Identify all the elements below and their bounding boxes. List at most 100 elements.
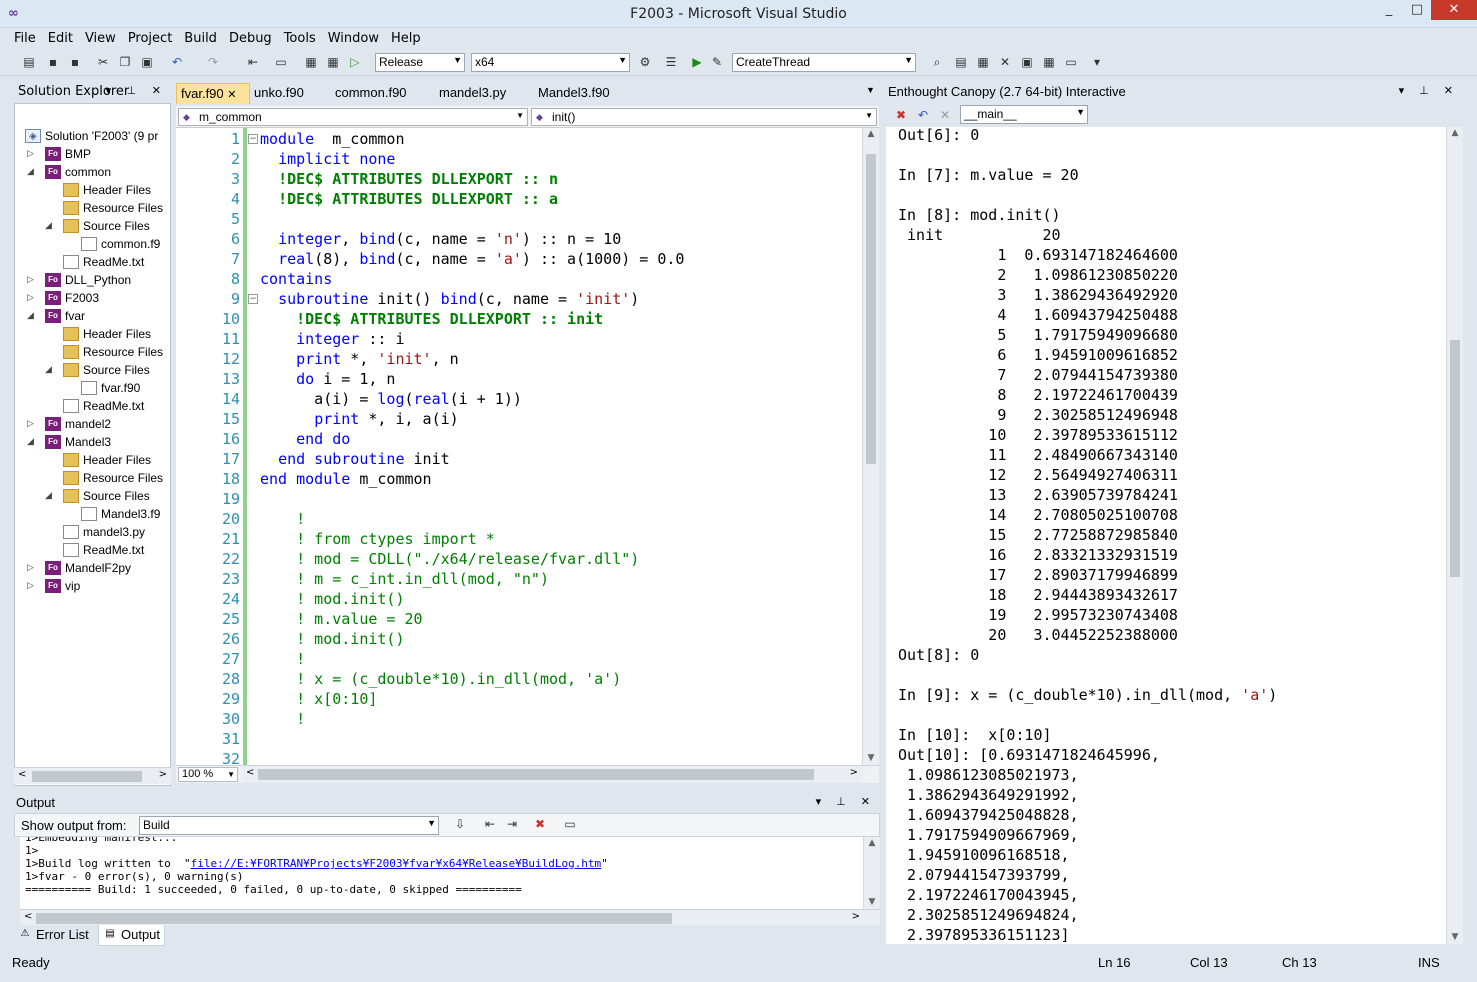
navigate-backward-icon[interactable]: ⇤ (244, 54, 262, 71)
save-icon[interactable]: ▪ (44, 54, 62, 71)
expander-icon[interactable]: ◢ (45, 364, 52, 375)
close-icon[interactable]: ✕ (227, 89, 236, 101)
tab-unko-f90[interactable]: unko.f90 (250, 83, 308, 104)
tab-fvar-f90[interactable]: fvar.f90 ✕ (176, 83, 250, 104)
close-window-button[interactable]: ✕ (1431, 0, 1477, 20)
class-view-icon[interactable]: ▦ (1040, 54, 1058, 71)
properties-icon[interactable]: ▦ (974, 54, 992, 71)
scroll-down-icon[interactable]: ▼ (863, 753, 879, 763)
tools-icon[interactable]: ✕ (996, 54, 1014, 71)
cut-icon[interactable]: ✂ (94, 54, 112, 71)
menu-file[interactable]: File (8, 28, 42, 50)
tab-error-list[interactable]: ⚠ Error List (14, 925, 93, 946)
rebuild-icon[interactable]: ▦ (324, 54, 342, 71)
collapse-icon[interactable]: − (248, 294, 258, 304)
find-icon[interactable]: ☰ (662, 54, 680, 71)
scope-select[interactable]: ◆ m_common ▼ (178, 108, 528, 126)
interrupt-icon[interactable]: ✕ (936, 107, 954, 124)
scroll-up-icon[interactable]: ▲ (864, 838, 880, 848)
expander-icon[interactable]: ▷ (27, 274, 34, 285)
clear-icon[interactable]: ✖ (892, 107, 910, 124)
expander-icon[interactable]: ◢ (27, 166, 34, 177)
copy-icon[interactable]: ❐ (116, 54, 134, 71)
canopy-vscrollbar[interactable]: ▲ ▼ (1446, 127, 1463, 944)
console-line: 2.397895336151123] (898, 926, 1070, 944)
output-text[interactable]: 1>Embedding manifest... 1> 1>Build log wri… (20, 837, 866, 909)
find-message-icon[interactable]: ⇩ (451, 816, 469, 833)
editor-zoom-bar: 100 % ▼ < > (176, 765, 879, 783)
settings-icon[interactable]: ⚙ (636, 54, 654, 71)
expander-icon[interactable]: ◢ (45, 490, 52, 501)
toolbar-options-icon[interactable]: ▾ (1088, 54, 1106, 71)
namespace-select[interactable]: __main__ ▼ (960, 105, 1088, 124)
clear-all-icon[interactable]: ✖ (531, 816, 549, 833)
toolbox-icon[interactable]: ▣ (1018, 54, 1036, 71)
maximize-button[interactable]: □ (1403, 0, 1431, 20)
next-message-icon[interactable]: ⇥ (503, 816, 521, 833)
save-all-icon[interactable]: ▪ (66, 54, 84, 71)
expander-icon[interactable]: ◢ (27, 310, 34, 321)
expander-icon[interactable]: ▷ (27, 148, 34, 159)
solution-explorer-icon[interactable]: ▤ (952, 54, 970, 71)
output-hscrollbar[interactable]: < > (20, 909, 880, 926)
tab-mandel3-f90[interactable]: Mandel3.f90 (534, 83, 614, 104)
menu-window[interactable]: Window (322, 28, 385, 50)
expander-icon[interactable]: ▷ (27, 580, 34, 591)
pin-icon[interactable]: ▾ ⊥ ✕ (1399, 84, 1459, 97)
output-source-select[interactable]: Build ▼ (139, 816, 439, 835)
editor-vscrollbar[interactable]: ▲ ▼ (862, 128, 879, 765)
menu-build[interactable]: Build (178, 28, 223, 50)
solution-platform-select[interactable]: x64 ▼ (471, 53, 630, 72)
scroll-down-icon[interactable]: ▼ (1447, 932, 1463, 942)
console-line: 13 2.63905739784241 (898, 486, 1178, 504)
window-layout-icon[interactable]: ▭ (1062, 54, 1080, 71)
editor-hscrollbar[interactable]: < > (242, 766, 862, 783)
output-vscrollbar[interactable]: ▲ ▼ (863, 837, 880, 909)
find-combo[interactable]: CreateThread ▼ (732, 53, 916, 72)
menu-debug[interactable]: Debug (223, 28, 278, 50)
menu-view[interactable]: View (79, 28, 122, 50)
expander-icon[interactable]: ◢ (27, 436, 34, 447)
find-tool-icon[interactable]: ⌕ (928, 54, 946, 71)
zoom-select[interactable]: 100 % ▼ (178, 767, 238, 782)
menu-project[interactable]: Project (122, 28, 178, 50)
find-in-files-icon[interactable]: ▭ (272, 54, 290, 71)
member-select[interactable]: ◆ init() ▼ (531, 108, 877, 126)
scroll-down-icon[interactable]: ▼ (864, 897, 880, 907)
expander-icon[interactable]: ▷ (27, 418, 34, 429)
redo-icon[interactable]: ↷ (204, 54, 222, 71)
restart-kernel-icon[interactable]: ↶ (914, 107, 932, 124)
minimize-button[interactable]: _ (1375, 0, 1403, 20)
start-icon[interactable]: ▷ (346, 54, 364, 71)
attach-icon[interactable]: ✎ (708, 54, 726, 71)
tab-mandel3-py[interactable]: mandel3.py (435, 83, 510, 104)
scroll-up-icon[interactable]: ▲ (1447, 128, 1463, 138)
canopy-console[interactable]: Out[6]: 0 In [7]: m.value = 20 In [8]: mod… (886, 127, 1463, 944)
console-line: 1.0986123085021973, (898, 766, 1079, 784)
pin-icon[interactable]: ▾ ⊥ ✕ (106, 84, 167, 97)
word-wrap-icon[interactable]: ▭ (561, 816, 579, 833)
new-project-icon[interactable]: ▤ (20, 54, 38, 71)
expander-icon[interactable]: ▷ (27, 562, 34, 573)
pin-icon[interactable]: ▾ ⊥ ✕ (816, 795, 876, 808)
scroll-up-icon[interactable]: ▲ (863, 129, 879, 139)
code-editor[interactable]: 1 module m_common −2 implicit none 3 !DEC$ … (176, 128, 879, 765)
paste-icon[interactable]: ▣ (138, 54, 156, 71)
menu-edit[interactable]: Edit (42, 28, 79, 50)
build-log-link[interactable]: file://E:¥FORTRAN¥Projects¥F2003¥fvar¥x6… (191, 857, 602, 870)
expander-icon[interactable]: ▷ (27, 292, 34, 303)
expander-icon[interactable]: ◢ (45, 220, 52, 231)
solution-explorer-hscrollbar[interactable]: < > (14, 767, 171, 784)
tab-overflow-icon[interactable]: ▼ (862, 83, 879, 104)
tab-output[interactable]: ▤ Output (98, 925, 166, 946)
previous-message-icon[interactable]: ⇤ (481, 816, 499, 833)
line-number: 31 (221, 730, 240, 748)
build-icon[interactable]: ▦ (302, 54, 320, 71)
tab-common-f90[interactable]: common.f90 (331, 83, 411, 104)
start-debugging-icon[interactable]: ▶ (688, 54, 706, 71)
menu-help[interactable]: Help (385, 28, 427, 50)
solution-configuration-select[interactable]: Release ▼ (375, 53, 465, 72)
menu-tools[interactable]: Tools (278, 28, 322, 50)
collapse-icon[interactable]: − (248, 134, 258, 144)
undo-icon[interactable]: ↶ (168, 54, 186, 71)
